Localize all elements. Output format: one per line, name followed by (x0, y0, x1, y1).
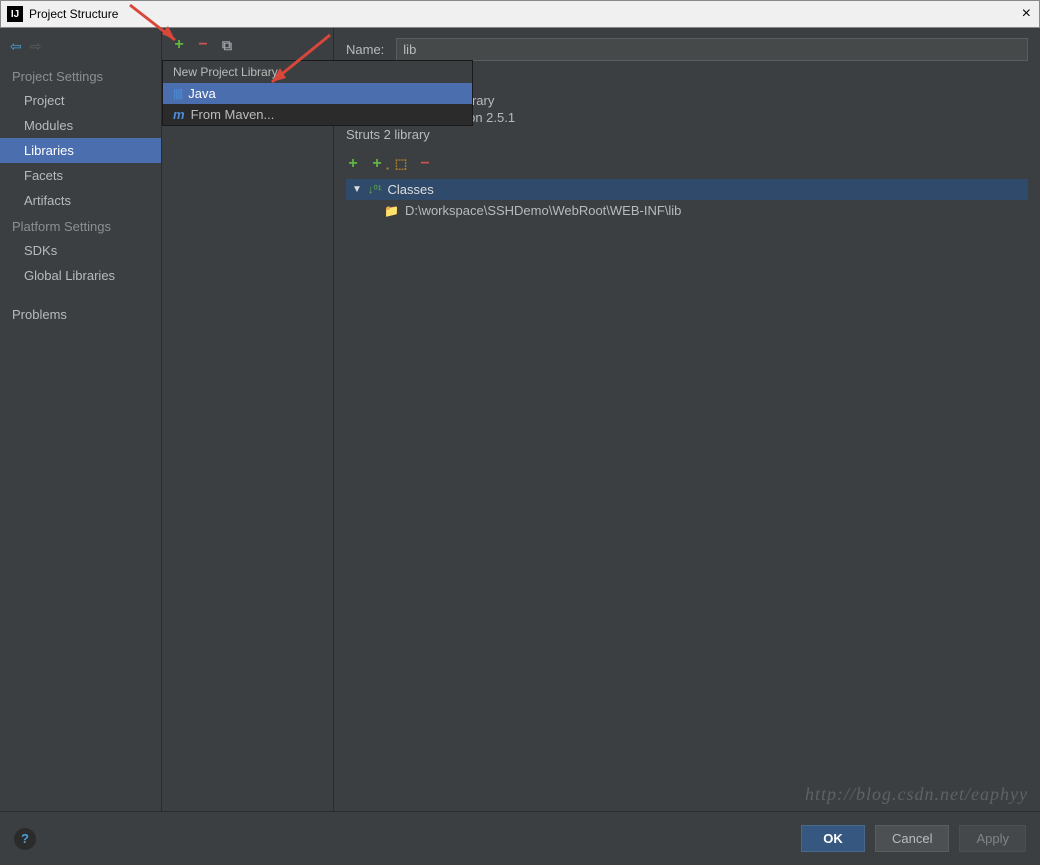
tree-node-label: Classes (387, 182, 433, 197)
apply-button[interactable]: Apply (959, 825, 1026, 852)
tree-row-path: D:\workspace\SSHDemo\WebRoot\WEB-INF\lib (405, 203, 681, 218)
menu-item-java[interactable]: ||||| Java (163, 83, 472, 104)
sidebar-item-facets[interactable]: Facets (0, 163, 161, 188)
help-icon[interactable]: ? (14, 828, 36, 850)
sidebar-item-modules[interactable]: Modules (0, 113, 161, 138)
folder-icon: 📁 (384, 204, 399, 218)
menu-item-label: From Maven... (191, 107, 275, 122)
tree-specify-icon[interactable]: ⬚ (394, 157, 408, 171)
ok-button[interactable]: OK (801, 825, 865, 852)
dialog-footer: ? OK Cancel Apply (0, 811, 1040, 865)
detail-panel: Name: Hibernate library TransactionJavae… (334, 28, 1040, 811)
close-icon[interactable]: × (1022, 5, 1031, 23)
sidebar: ⇦ ⇨ Project Settings Project Modules Lib… (0, 28, 162, 811)
tree-add-folder-icon[interactable]: +▪ (370, 157, 384, 171)
library-toolbar: + − ⧉ (162, 28, 333, 56)
sidebar-item-libraries[interactable]: Libraries (0, 138, 161, 163)
new-library-menu: New Project Library ||||| Java m From Ma… (162, 60, 473, 126)
maven-icon: m (173, 107, 185, 122)
sidebar-item-project[interactable]: Project (0, 88, 161, 113)
sidebar-item-problems[interactable]: Problems (0, 302, 161, 327)
sidebar-item-artifacts[interactable]: Artifacts (0, 188, 161, 213)
classes-icon: ↓⁰¹ (368, 183, 382, 196)
dialog-body: ⇦ ⇨ Project Settings Project Modules Lib… (0, 28, 1040, 865)
window-title: Project Structure (29, 7, 118, 21)
tree-row[interactable]: 📁 D:\workspace\SSHDemo\WebRoot\WEB-INF\l… (346, 200, 1028, 221)
titlebar: IJ Project Structure × (0, 0, 1040, 28)
name-row: Name: (346, 38, 1028, 61)
add-icon[interactable]: + (172, 38, 186, 52)
cancel-button[interactable]: Cancel (875, 825, 949, 852)
nav-back-icon[interactable]: ⇦ (10, 38, 22, 55)
sidebar-heading-project-settings: Project Settings (0, 63, 161, 88)
library-list-column: + − ⧉ New Project Library ||||| Java m F… (162, 28, 334, 811)
menu-header: New Project Library (163, 61, 472, 83)
sidebar-item-global-libraries[interactable]: Global Libraries (0, 263, 161, 288)
nav-forward-icon[interactable]: ⇨ (30, 38, 42, 55)
tree-node-classes[interactable]: ▼ ↓⁰¹ Classes (346, 179, 1028, 200)
name-label: Name: (346, 42, 384, 57)
java-icon: ||||| (173, 88, 182, 100)
sidebar-item-sdks[interactable]: SDKs (0, 238, 161, 263)
name-input[interactable] (396, 38, 1028, 61)
tree-remove-icon[interactable]: − (418, 157, 432, 171)
remove-icon[interactable]: − (196, 38, 210, 52)
menu-item-from-maven[interactable]: m From Maven... (163, 104, 472, 125)
menu-item-label: Java (188, 86, 215, 101)
tree-add-icon[interactable]: + (346, 157, 360, 171)
tree-toolbar: + +▪ ⬚ − (346, 157, 1028, 171)
classes-tree: ▼ ↓⁰¹ Classes 📁 D:\workspace\SSHDemo\Web… (346, 179, 1028, 221)
chevron-down-icon: ▼ (352, 184, 362, 195)
copy-icon[interactable]: ⧉ (220, 38, 234, 52)
app-icon: IJ (7, 6, 23, 22)
sidebar-heading-platform-settings: Platform Settings (0, 213, 161, 238)
lib-desc-line: Struts 2 library (346, 126, 1028, 143)
